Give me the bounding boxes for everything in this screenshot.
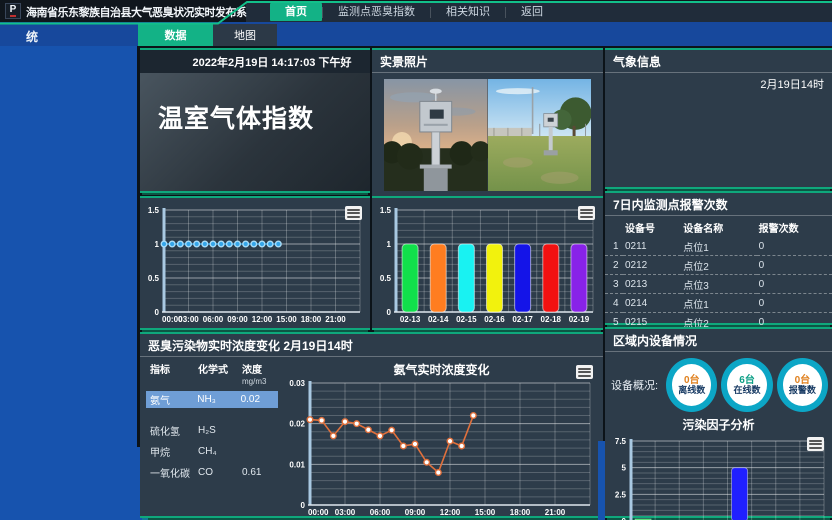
col-device-id: 设备号 (623, 218, 681, 237)
nav-item-odor-index[interactable]: 监测点恶臭指数 (323, 3, 430, 21)
svg-text:02-18: 02-18 (541, 315, 562, 324)
svg-text:09:00: 09:00 (227, 315, 248, 324)
col-device-name: 设备名称 (681, 218, 756, 237)
weather-timestamp: 2月19日14时 (605, 73, 832, 95)
svg-text:0.5: 0.5 (380, 274, 392, 283)
svg-text:0.03: 0.03 (289, 379, 305, 388)
gauge-offline: 0台 离线数 (666, 358, 717, 412)
alarm-table-row: 10211点位10 (605, 237, 832, 256)
greenhouse-headline: 温室气体指数 (140, 73, 370, 191)
panel-weather-info: 气象信息 2月19日14时 (605, 48, 832, 189)
svg-text:02-16: 02-16 (484, 315, 505, 324)
app-logo-icon: P (5, 3, 21, 19)
concentration-unit: mg/m3 (242, 377, 266, 386)
datetime-text: 2022年2月19日 14:17:03 下午好 (140, 50, 370, 73)
svg-text:21:00: 21:00 (325, 315, 346, 324)
svg-text:03:00: 03:00 (335, 508, 356, 517)
chart-menu-icon[interactable] (578, 206, 595, 220)
device-overview-label: 设备概况: (611, 377, 658, 393)
site-photo-field (488, 79, 592, 191)
nav-item-home[interactable]: 首页 (270, 3, 322, 21)
pollutants-panel-title: 恶臭污染物实时浓度变化 2月19日14时 (140, 334, 603, 357)
svg-text:02-14: 02-14 (428, 315, 449, 324)
svg-text:18:00: 18:00 (510, 508, 531, 517)
svg-text:12:00: 12:00 (440, 508, 461, 517)
svg-text:0: 0 (387, 308, 392, 317)
site-photo-sunset (384, 79, 488, 191)
col-alarm-count: 报警次数 (757, 218, 832, 237)
alarm-table-row: 40214点位10 (605, 294, 832, 313)
alarm-table-header: 设备号 设备名称 报警次数 (605, 218, 832, 237)
blue-gutter-strip (598, 441, 605, 520)
panel-greenhouse-chart: 00.511.500:0003:0006:0009:0012:0015:0018… (140, 196, 370, 330)
devices-panel-title: 区域内设备情况 (605, 329, 832, 352)
dashboard-app: 首页 监测点恶臭指数 相关知识 返回 P 海南省乐东黎族自治县大气恶臭状况实时发… (0, 0, 832, 520)
ammonia-chart-area: 氨气实时浓度变化 00.010.020.0300:0003:0006:0009:… (280, 357, 603, 519)
svg-text:03:00: 03:00 (178, 315, 199, 324)
svg-text:2.5: 2.5 (615, 490, 627, 499)
svg-text:00:00: 00:00 (308, 508, 329, 517)
chart-menu-icon[interactable] (807, 437, 824, 451)
svg-text:0.02: 0.02 (289, 420, 305, 429)
svg-text:02-19: 02-19 (569, 315, 590, 324)
svg-text:1: 1 (387, 240, 392, 249)
ammonia-line-chart: 0 0.01 0.02 0.03 00:00 03:00 06:00 09:00 12:00 15… (280, 357, 600, 520)
pollutant-row[interactable]: 一氧化碳CO0.61 (146, 464, 280, 481)
svg-text:15:00: 15:00 (276, 315, 297, 324)
nav-item-back[interactable]: 返回 (506, 3, 558, 21)
svg-text:21:00: 21:00 (545, 508, 566, 517)
title-wrap-char: 统 (26, 28, 38, 45)
app-title: 海南省乐东黎族自治县大气恶臭状况实时发布系 (26, 4, 247, 20)
daily-bar-chart: 0 0.5 1 1.5 02-13 02-14 02-15 02-16 02-17 02-18 02… (372, 198, 603, 328)
panel-daily-bar-chart: 0 0.5 1 1.5 02-13 02-14 02-15 02-16 02-17 02-18 02… (372, 196, 603, 330)
svg-text:18:00: 18:00 (301, 315, 322, 324)
svg-text:0.01: 0.01 (289, 460, 305, 469)
svg-text:0: 0 (155, 308, 160, 317)
nav-item-knowledge[interactable]: 相关知识 (431, 3, 505, 21)
svg-text:02-13: 02-13 (400, 315, 421, 324)
svg-text:06:00: 06:00 (203, 315, 224, 324)
panel-region-devices: 区域内设备情况 设备概况: 0台 离线数 6台 在线数 0台 报警数 污染因子分… (605, 327, 832, 518)
blue-bar-background (0, 22, 832, 46)
panel-live-photos: 实景照片 (372, 48, 603, 199)
svg-text:06:00: 06:00 (370, 508, 391, 517)
panel-alarm-counts: 7日内监测点报警次数 设备号 设备名称 报警次数 10211点位1020212点… (605, 191, 832, 325)
pollution-factor-bar-chart: 02.557.5氨气硫化氢甲烷一氧化碳 (605, 433, 832, 520)
svg-text:02-17: 02-17 (512, 315, 533, 324)
pollutant-row[interactable]: 甲烷CH₄ (146, 443, 280, 460)
alarms-panel-title: 7日内监测点报警次数 (605, 193, 832, 216)
pollutant-table-header: 指标 化学式 浓度 mg/m3 (146, 361, 280, 387)
panel-pollutant-realtime: 恶臭污染物实时浓度变化 2月19日14时 指标 化学式 浓度 mg/m3 氨气N… (140, 332, 603, 518)
pollutant-table: 指标 化学式 浓度 mg/m3 氨气NH₃0.02 硫化氢H₂S 甲烷CH₄ 一氧化碳… (140, 357, 280, 519)
greenhouse-line-chart: 00.511.500:0003:0006:0009:0012:0015:0018… (140, 198, 370, 328)
left-blue-sidebar (0, 46, 137, 520)
pollutant-row[interactable]: 硫化氢H₂S (146, 422, 280, 439)
chart-menu-icon[interactable] (345, 206, 362, 220)
alarm-table-row: 30213点位30 (605, 275, 832, 294)
svg-text:09:00: 09:00 (405, 508, 426, 517)
svg-text:5: 5 (622, 464, 627, 473)
svg-text:1: 1 (155, 240, 160, 249)
greenhouse-title: 温室气体指数 (140, 73, 314, 135)
chart-menu-icon[interactable] (576, 365, 593, 379)
pollution-factor-title: 污染因子分析 (605, 416, 832, 433)
pollutant-row[interactable]: 氨气NH₃0.02 (146, 391, 278, 408)
gauge-alarm: 0台 报警数 (777, 358, 828, 412)
main-nav: 首页 监测点恶臭指数 相关知识 返回 (246, 2, 832, 22)
svg-text:15:00: 15:00 (475, 508, 496, 517)
svg-text:12:00: 12:00 (252, 315, 273, 324)
svg-text:1.5: 1.5 (148, 206, 160, 215)
svg-text:7.5: 7.5 (615, 437, 627, 446)
tab-data[interactable]: 数据 (138, 24, 213, 46)
photos-panel-title: 实景照片 (372, 50, 603, 73)
svg-text:02-15: 02-15 (456, 315, 477, 324)
tab-map[interactable]: 地图 (213, 24, 277, 46)
svg-text:1.5: 1.5 (380, 206, 392, 215)
svg-text:0: 0 (301, 501, 306, 510)
alarm-table-row: 20212点位20 (605, 256, 832, 275)
gauge-online: 6台 在线数 (721, 358, 772, 412)
svg-text:0.5: 0.5 (148, 274, 160, 283)
panel-greenhouse-index: 2022年2月19日 14:17:03 下午好 温室气体指数 (140, 48, 370, 193)
weather-panel-title: 气象信息 (605, 50, 832, 73)
